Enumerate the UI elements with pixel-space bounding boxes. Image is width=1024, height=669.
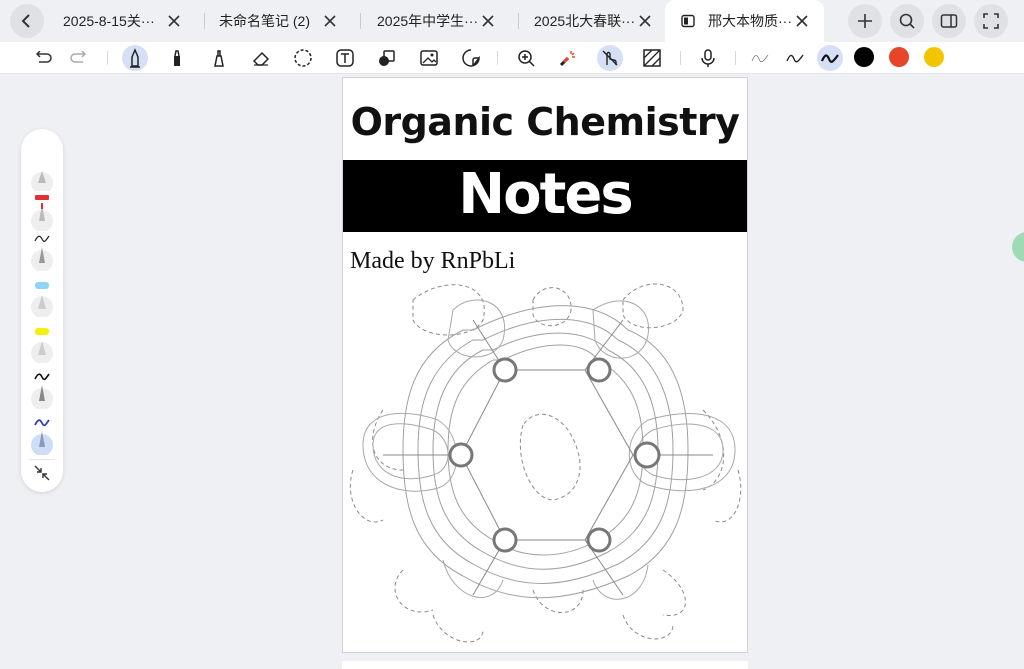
tab-2[interactable]: 未命名笔记 (2) <box>219 0 349 42</box>
pen-tool[interactable] <box>122 45 148 71</box>
color-black-swatch[interactable] <box>854 47 874 67</box>
toolbar-divider <box>680 51 681 65</box>
eraser-tool[interactable] <box>248 45 274 71</box>
lasso-icon <box>294 49 312 67</box>
mic-icon <box>701 49 715 67</box>
tab-divider <box>360 13 361 29</box>
stroke-thin-icon <box>751 54 769 63</box>
tab-4[interactable]: 2025北大春联··· <box>534 0 664 42</box>
stroke-medium-icon <box>786 54 804 63</box>
pen-preset-cyan-highlighter-icon[interactable] <box>30 277 54 317</box>
search-icon <box>899 13 915 29</box>
plus-icon <box>858 14 872 28</box>
laser-tool[interactable] <box>555 45 581 71</box>
pen-preset-gray-icon[interactable] <box>30 151 54 191</box>
pattern-tool[interactable] <box>639 45 665 71</box>
pen-presets-panel <box>21 129 63 492</box>
next-page-edge <box>342 661 748 669</box>
new-tab-button[interactable] <box>848 4 882 38</box>
pattern-icon <box>643 49 661 67</box>
panel-divider <box>29 459 55 460</box>
stroke-thin-button[interactable] <box>747 45 773 71</box>
tab-5-active[interactable]: 邢大本物质··· <box>665 0 824 42</box>
close-icon[interactable] <box>323 14 337 28</box>
marker-icon <box>174 50 180 66</box>
close-icon[interactable] <box>481 14 495 28</box>
toolbar-divider <box>107 51 108 65</box>
stroke-medium-button[interactable] <box>782 45 808 71</box>
redo-icon <box>70 51 87 63</box>
image-tool[interactable] <box>416 45 442 71</box>
mic-tool[interactable] <box>695 45 721 71</box>
tab-label: 邢大本物质··· <box>708 13 792 29</box>
floating-assistant-button[interactable] <box>1012 232 1024 262</box>
tab-label: 2025北大春联··· <box>534 13 636 29</box>
hand-touch-icon <box>602 50 618 66</box>
close-icon[interactable] <box>638 14 652 28</box>
eraser-icon <box>252 51 270 66</box>
hand-touch-tool[interactable] <box>597 45 623 71</box>
stroke-thick-button[interactable] <box>817 45 843 71</box>
page-title: Organic Chemistry <box>350 100 740 144</box>
pen-preset-black-icon[interactable] <box>30 369 54 409</box>
image-icon <box>420 50 438 66</box>
text-icon <box>336 49 354 67</box>
tab-3[interactable]: 2025年中学生··· <box>377 0 507 42</box>
highlighter-tool[interactable] <box>206 45 232 71</box>
close-icon[interactable] <box>167 14 181 28</box>
undo-icon <box>35 51 52 63</box>
lasso-tool[interactable] <box>290 45 316 71</box>
search-button[interactable] <box>890 4 924 38</box>
text-tool[interactable] <box>332 45 358 71</box>
toolbar-divider <box>735 51 736 65</box>
zoom-tool[interactable] <box>513 45 539 71</box>
color-red-swatch[interactable] <box>889 47 909 67</box>
tab-label: 2025年中学生··· <box>377 13 479 29</box>
pen-icon <box>130 48 140 68</box>
electron-density-contour-illustration <box>349 283 742 643</box>
tab-bar: 2025-8-15关··· 未命名笔记 (2) 2025年中学生··· 2025… <box>0 0 1024 42</box>
stroke-thick-icon <box>820 54 839 63</box>
document-icon <box>681 14 695 28</box>
shape-icon <box>379 50 395 66</box>
sidebar-icon <box>940 14 958 28</box>
expand-icon <box>983 13 999 29</box>
highlighter-icon <box>214 50 224 67</box>
redo-button[interactable] <box>66 45 92 71</box>
document-page[interactable]: Organic Chemistry Notes Made by RnPbLi <box>342 77 748 653</box>
pen-preset-blue-selected-icon[interactable] <box>30 415 54 455</box>
tab-divider <box>518 13 519 29</box>
pen-preset-black-thin-icon[interactable] <box>30 231 54 271</box>
shape-tool[interactable] <box>374 45 400 71</box>
page-subtitle: Notes <box>458 162 633 227</box>
tab-divider <box>204 13 205 29</box>
marker-tool[interactable] <box>164 45 190 71</box>
tab-label: 2025-8-15关··· <box>63 13 155 29</box>
fullscreen-button[interactable] <box>974 4 1008 38</box>
toolbar-divider <box>497 51 498 65</box>
undo-button[interactable] <box>30 45 56 71</box>
tab-label: 未命名笔记 (2) <box>219 13 310 29</box>
laser-icon <box>559 51 575 67</box>
tab-1[interactable]: 2025-8-15关··· <box>63 0 193 42</box>
pen-preset-red-icon[interactable] <box>30 191 54 231</box>
back-button[interactable] <box>10 4 44 38</box>
sidebar-toggle-button[interactable] <box>932 4 966 38</box>
zoom-icon <box>518 50 535 67</box>
sticker-icon <box>462 49 480 67</box>
chevron-left-icon <box>21 14 30 28</box>
pen-preset-yellow-highlighter-icon[interactable] <box>30 323 54 363</box>
close-icon[interactable] <box>795 14 809 28</box>
color-yellow-swatch[interactable] <box>924 47 944 67</box>
collapse-icon[interactable] <box>33 464 51 482</box>
sticker-tool[interactable] <box>458 45 484 71</box>
